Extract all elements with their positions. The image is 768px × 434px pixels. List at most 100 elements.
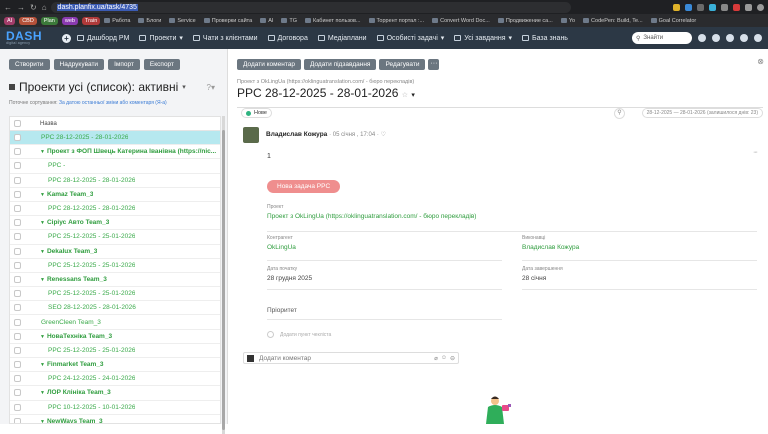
expand-arrow-icon[interactable]: ▼ (40, 334, 45, 340)
list-toolbar-button[interactable]: Створити (9, 59, 50, 70)
bookmark-item[interactable]: Торрент портал :... (368, 18, 429, 24)
row-checkbox[interactable] (14, 361, 21, 369)
reload-icon[interactable]: ↻ (30, 3, 37, 12)
bookmark-item[interactable]: Yo (560, 18, 579, 24)
table-row[interactable]: PPC 28-12-2025 - 28-01-2026 (10, 174, 220, 188)
expand-arrow-icon[interactable]: ▼ (40, 249, 45, 255)
user-icon[interactable] (698, 34, 706, 42)
table-row[interactable]: PPC - (10, 159, 220, 174)
nav-item[interactable]: Особисті задачі ▾ (376, 34, 444, 42)
address-bar[interactable]: dash.planfix.ua/task/4735 (50, 1, 571, 13)
extension-icon[interactable] (685, 3, 692, 11)
forward-icon[interactable]: → (17, 3, 25, 12)
sort-value-link[interactable]: За датою останньої зміни або коментаря (… (59, 100, 167, 106)
bookmark-tag[interactable]: web (61, 16, 78, 25)
contractor-value[interactable]: OkLingUa (267, 244, 296, 251)
nav-item[interactable]: Чати з клієнтами (192, 35, 258, 42)
bookmark-item[interactable]: Блоги (138, 18, 165, 24)
more-button[interactable]: ··· (428, 59, 440, 70)
task-toolbar-button[interactable]: Додати коментар (237, 59, 301, 70)
row-checkbox[interactable] (14, 417, 21, 423)
bookmark-item[interactable]: TG (281, 18, 301, 24)
table-row[interactable]: ▼ Renessans Team_3 (10, 273, 220, 288)
expand-arrow-icon[interactable]: ▼ (40, 277, 45, 283)
expand-arrow-icon[interactable]: ▼ (40, 149, 45, 155)
bookmark-tag[interactable]: AI (4, 16, 16, 25)
table-row[interactable]: ▼ Dekalux Team_3 (10, 245, 220, 259)
row-checkbox[interactable] (14, 332, 21, 340)
more-options-icon[interactable]: ··· (753, 149, 758, 156)
table-row[interactable]: PPC 28-12-2025 - 28-01-2026 (10, 131, 220, 146)
table-row[interactable]: ▼ ЛОР Клініка Team_3 (10, 386, 220, 401)
profile-icon[interactable] (757, 3, 764, 11)
new-task-ppc-button[interactable]: Нова задача PPC (267, 180, 341, 193)
bookmark-item[interactable]: Проверки сайта (203, 18, 256, 24)
row-checkbox[interactable] (14, 148, 21, 156)
table-row[interactable]: PPC 25-12-2025 - 25-01-2026 (10, 230, 220, 245)
extension-icon[interactable] (673, 3, 680, 11)
table-row[interactable]: ▼ Kamaz Team_3 (10, 188, 220, 202)
author-name[interactable]: Владислав Кожура (266, 131, 327, 138)
table-row[interactable]: PPC 25-12-2025 - 25-01-2026 (10, 259, 220, 273)
expand-arrow-icon[interactable]: ▼ (40, 362, 45, 368)
extension-icon[interactable] (733, 3, 740, 11)
search-input[interactable]: ⚲ Знайти (632, 32, 692, 44)
nav-item[interactable]: Дашборд PM (77, 35, 129, 42)
scrollbar[interactable] (222, 116, 225, 434)
home-icon[interactable]: ⌂ (42, 3, 47, 12)
table-row[interactable]: PPC 28-12-2025 - 28-01-2026 (10, 202, 220, 217)
select-all-checkbox[interactable] (14, 120, 21, 127)
row-checkbox[interactable] (14, 304, 21, 312)
bookmark-item[interactable]: Работа (104, 18, 134, 24)
table-row[interactable]: PPC 25-12-2025 - 25-01-2026 (10, 344, 220, 358)
list-toolbar-button[interactable]: Надрукувати (53, 59, 105, 70)
extension-icon[interactable] (721, 3, 728, 11)
bookmark-item[interactable]: AI (260, 18, 277, 24)
status-badge[interactable]: Нове (241, 108, 272, 118)
row-checkbox[interactable] (14, 261, 21, 269)
row-checkbox[interactable] (14, 162, 21, 170)
project-value[interactable]: Проект з OkLingUa (https://oklinguatrans… (267, 213, 476, 220)
table-row[interactable]: PPC 25-12-2025 - 25-01-2026 (10, 287, 220, 302)
notifications-icon[interactable] (712, 34, 720, 42)
logo[interactable]: DASH digital agency (6, 30, 42, 46)
column-header-name[interactable]: Назва (40, 121, 57, 127)
expand-arrow-icon[interactable]: ▼ (40, 220, 45, 226)
expand-arrow-icon[interactable]: ▼ (40, 390, 45, 396)
nav-item[interactable]: Медіаплани (317, 35, 367, 42)
bookmark-item[interactable]: Convert Word Doc... (432, 18, 494, 24)
bookmark-tag[interactable]: CBD (19, 16, 37, 25)
row-checkbox[interactable] (14, 375, 21, 383)
emoji-icon[interactable]: ☺ (441, 355, 447, 362)
scrollbar-thumb[interactable] (222, 130, 225, 430)
checklist-add[interactable]: Додати пункт чекліста (267, 331, 331, 338)
bookmark-item[interactable]: Goal Correlator (650, 18, 701, 24)
breadcrumb[interactable]: Проект з OkLingUa (https://oklinguatrans… (237, 79, 414, 85)
nav-item[interactable]: Проекти ▾ (139, 34, 183, 42)
table-row[interactable]: ▼ НоваТехніка Team_3 (10, 330, 220, 344)
grid-icon[interactable] (754, 34, 762, 42)
list-title[interactable]: Проекти усі (список): активні (19, 80, 178, 94)
help-icon[interactable] (726, 34, 734, 42)
table-row[interactable]: ▼ NewWays Team_3 (10, 415, 220, 423)
task-toolbar-button[interactable]: Редагувати (379, 59, 426, 70)
bookmark-item[interactable]: Кабинет пользов... (305, 18, 364, 24)
search-icon[interactable]: ⚲ (614, 108, 625, 119)
row-checkbox[interactable] (14, 134, 21, 142)
close-icon[interactable]: ⊗ (757, 57, 764, 66)
row-checkbox[interactable] (14, 233, 21, 241)
task-toolbar-button[interactable]: Додати підзавдання (303, 59, 377, 70)
table-row[interactable]: SEO 28-12-2025 - 28-01-2026 (10, 301, 220, 316)
bookmark-tag[interactable]: Plan (40, 16, 58, 25)
table-row[interactable]: GreenCleen Team_3 (10, 315, 220, 330)
help-circle-icon[interactable]: ?▾ (207, 83, 215, 92)
row-checkbox[interactable] (14, 190, 21, 198)
row-checkbox[interactable] (14, 176, 21, 184)
add-comment-input[interactable]: Додати коментар ⌀ ☺ ⊖ (243, 352, 459, 364)
table-row[interactable]: ▼ Проект з ФОП Швець Катерина Іванівна (h… (10, 145, 220, 160)
row-checkbox[interactable] (14, 205, 21, 213)
table-row[interactable]: PPC 10-12-2025 - 10-01-2026 (10, 401, 220, 415)
nav-item[interactable]: Договора (267, 35, 308, 42)
bookmark-item[interactable]: CodePen: Build, Te... (583, 18, 647, 24)
bookmark-tag[interactable]: Train (81, 16, 101, 25)
